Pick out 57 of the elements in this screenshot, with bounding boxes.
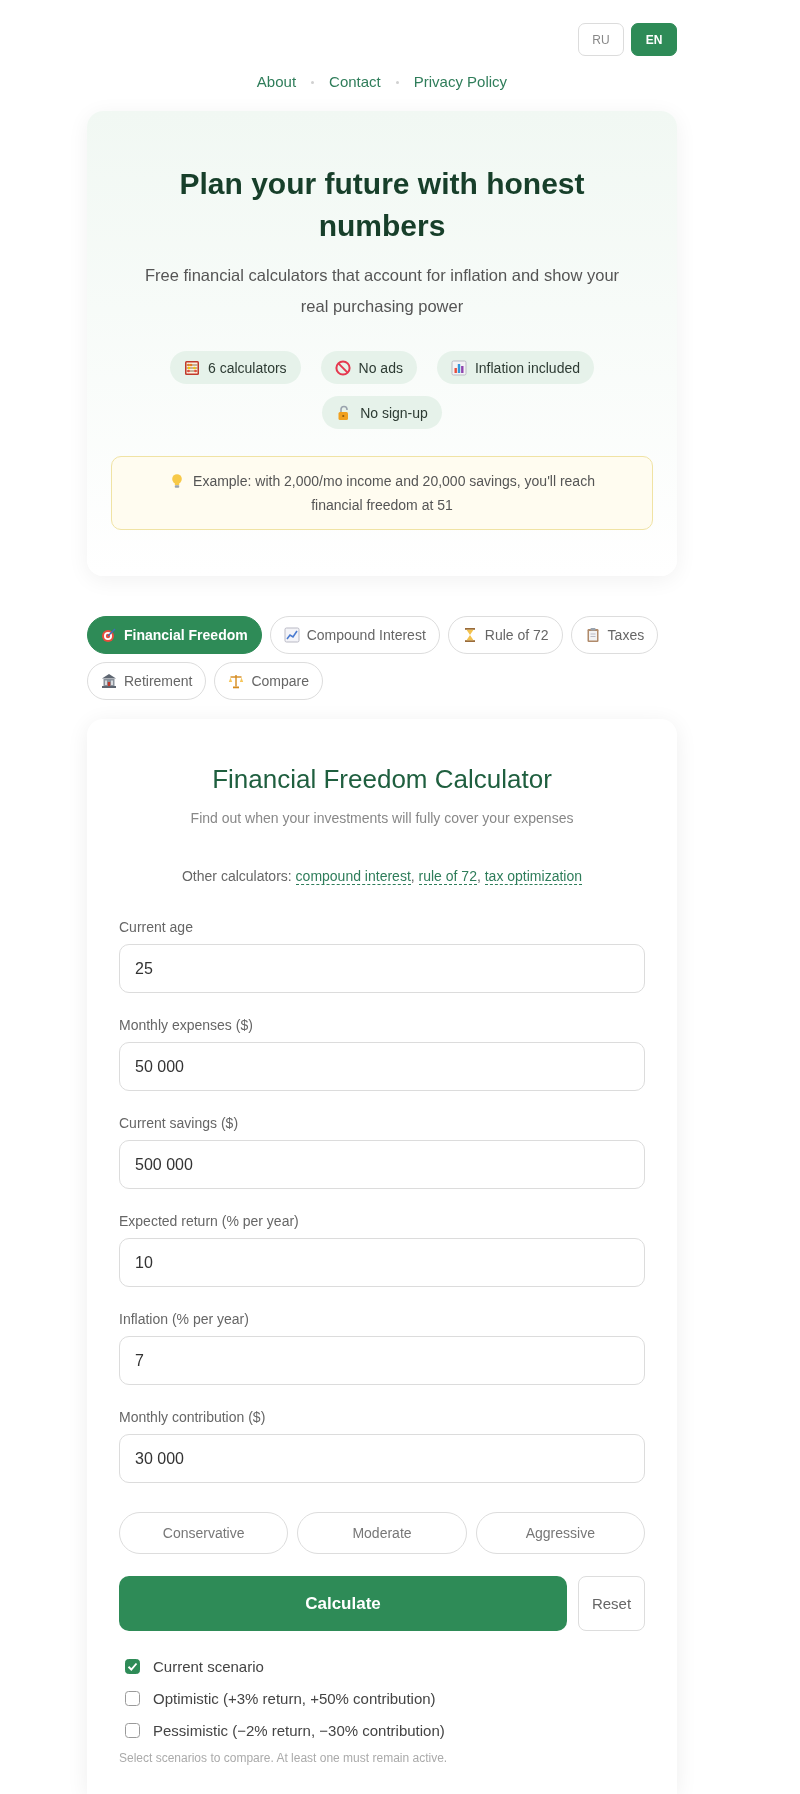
calculate-button[interactable]: Calculate [119,1576,567,1631]
hero-subtitle: Free financial calculators that account for inflation and show your real purchasing power [143,265,621,317]
checkbox-label: Current scenario [153,1657,264,1675]
preset-button[interactable]: Conservative [119,1512,289,1554]
line-chart-icon [283,627,300,643]
related-calculators-text: Other calculators: compound interest, rule of 72, tax optimization [181,867,583,886]
calculator-tab[interactable]: Taxes [570,616,659,654]
text-link[interactable]: tax optimization [484,868,582,885]
language-button[interactable]: RU [578,23,624,56]
calculator-tab[interactable]: Compound Interest [269,616,440,654]
field-label: Current age [119,918,194,937]
calculator-subtitle: Find out when your investments will fully cover your expenses [189,809,575,828]
field-label: Monthly expenses ($) [119,1016,254,1035]
example-text: Example: with 2,000/mo income and 20,000 savings, you'll reach financial freedom at 51 [193,473,595,513]
target-icon [101,627,117,643]
badge-text: Inflation included [474,359,580,376]
calculator-tab[interactable]: Compare [214,662,324,700]
nav-link[interactable]: Privacy Policy [413,72,508,92]
input-field[interactable]: 25 [119,944,645,993]
preset-button[interactable]: Moderate [297,1512,467,1554]
text-link[interactable]: rule of 72 [418,868,477,885]
input-field[interactable]: 30 000 [119,1434,645,1483]
calculator-tab[interactable]: Rule of 72 [447,616,563,654]
field-label: Current savings ($) [119,1114,240,1133]
language-button[interactable]: EN [631,23,677,56]
prohibited-icon [334,359,351,376]
input-field[interactable]: 500 000 [119,1140,645,1189]
calculator-tab[interactable]: Financial Freedom [87,616,262,654]
badge-text: 6 calculators [208,359,287,376]
preset-button[interactable]: Aggressive [475,1512,645,1554]
bank-building-icon [101,673,117,689]
field-label: Inflation (% per year) [119,1310,250,1329]
nav-link[interactable]: About [256,72,297,92]
input-field[interactable]: 50 000 [119,1042,645,1091]
text-link[interactable]: compound interest [295,868,411,885]
checkbox[interactable] [125,1658,140,1674]
hero-title: Plan your future with honest numbers [178,166,586,244]
separator-dot [395,80,399,84]
field-label: Monthly contribution ($) [119,1408,267,1427]
field-label: Expected return (% per year) [119,1212,300,1231]
checkbox-label: Optimistic (+3% return, +50% contribution) [153,1689,436,1707]
reset-button[interactable]: Reset [578,1576,645,1631]
input-field[interactable]: 10 [119,1238,645,1287]
calculator-title: Financial Freedom Calculator [211,763,553,796]
badge-text: No sign-up [360,404,428,421]
badge-text: No ads [358,359,403,376]
checkbox-label: Pessimistic (−2% return, −30% contribution) [153,1721,445,1739]
bar-chart-icon [450,359,467,376]
abacus-icon [184,359,200,376]
balance-scale-icon [228,673,245,689]
input-field[interactable]: 7 [119,1336,645,1385]
nav-link[interactable]: Contact [329,72,381,92]
checkbox[interactable] [125,1722,140,1738]
calculator-tab[interactable]: Retirement [87,662,207,700]
separator-dot [311,80,315,84]
helper-text: Select scenarios to compare. At least one must remain active. [119,1750,449,1766]
checkbox[interactable] [125,1690,140,1706]
